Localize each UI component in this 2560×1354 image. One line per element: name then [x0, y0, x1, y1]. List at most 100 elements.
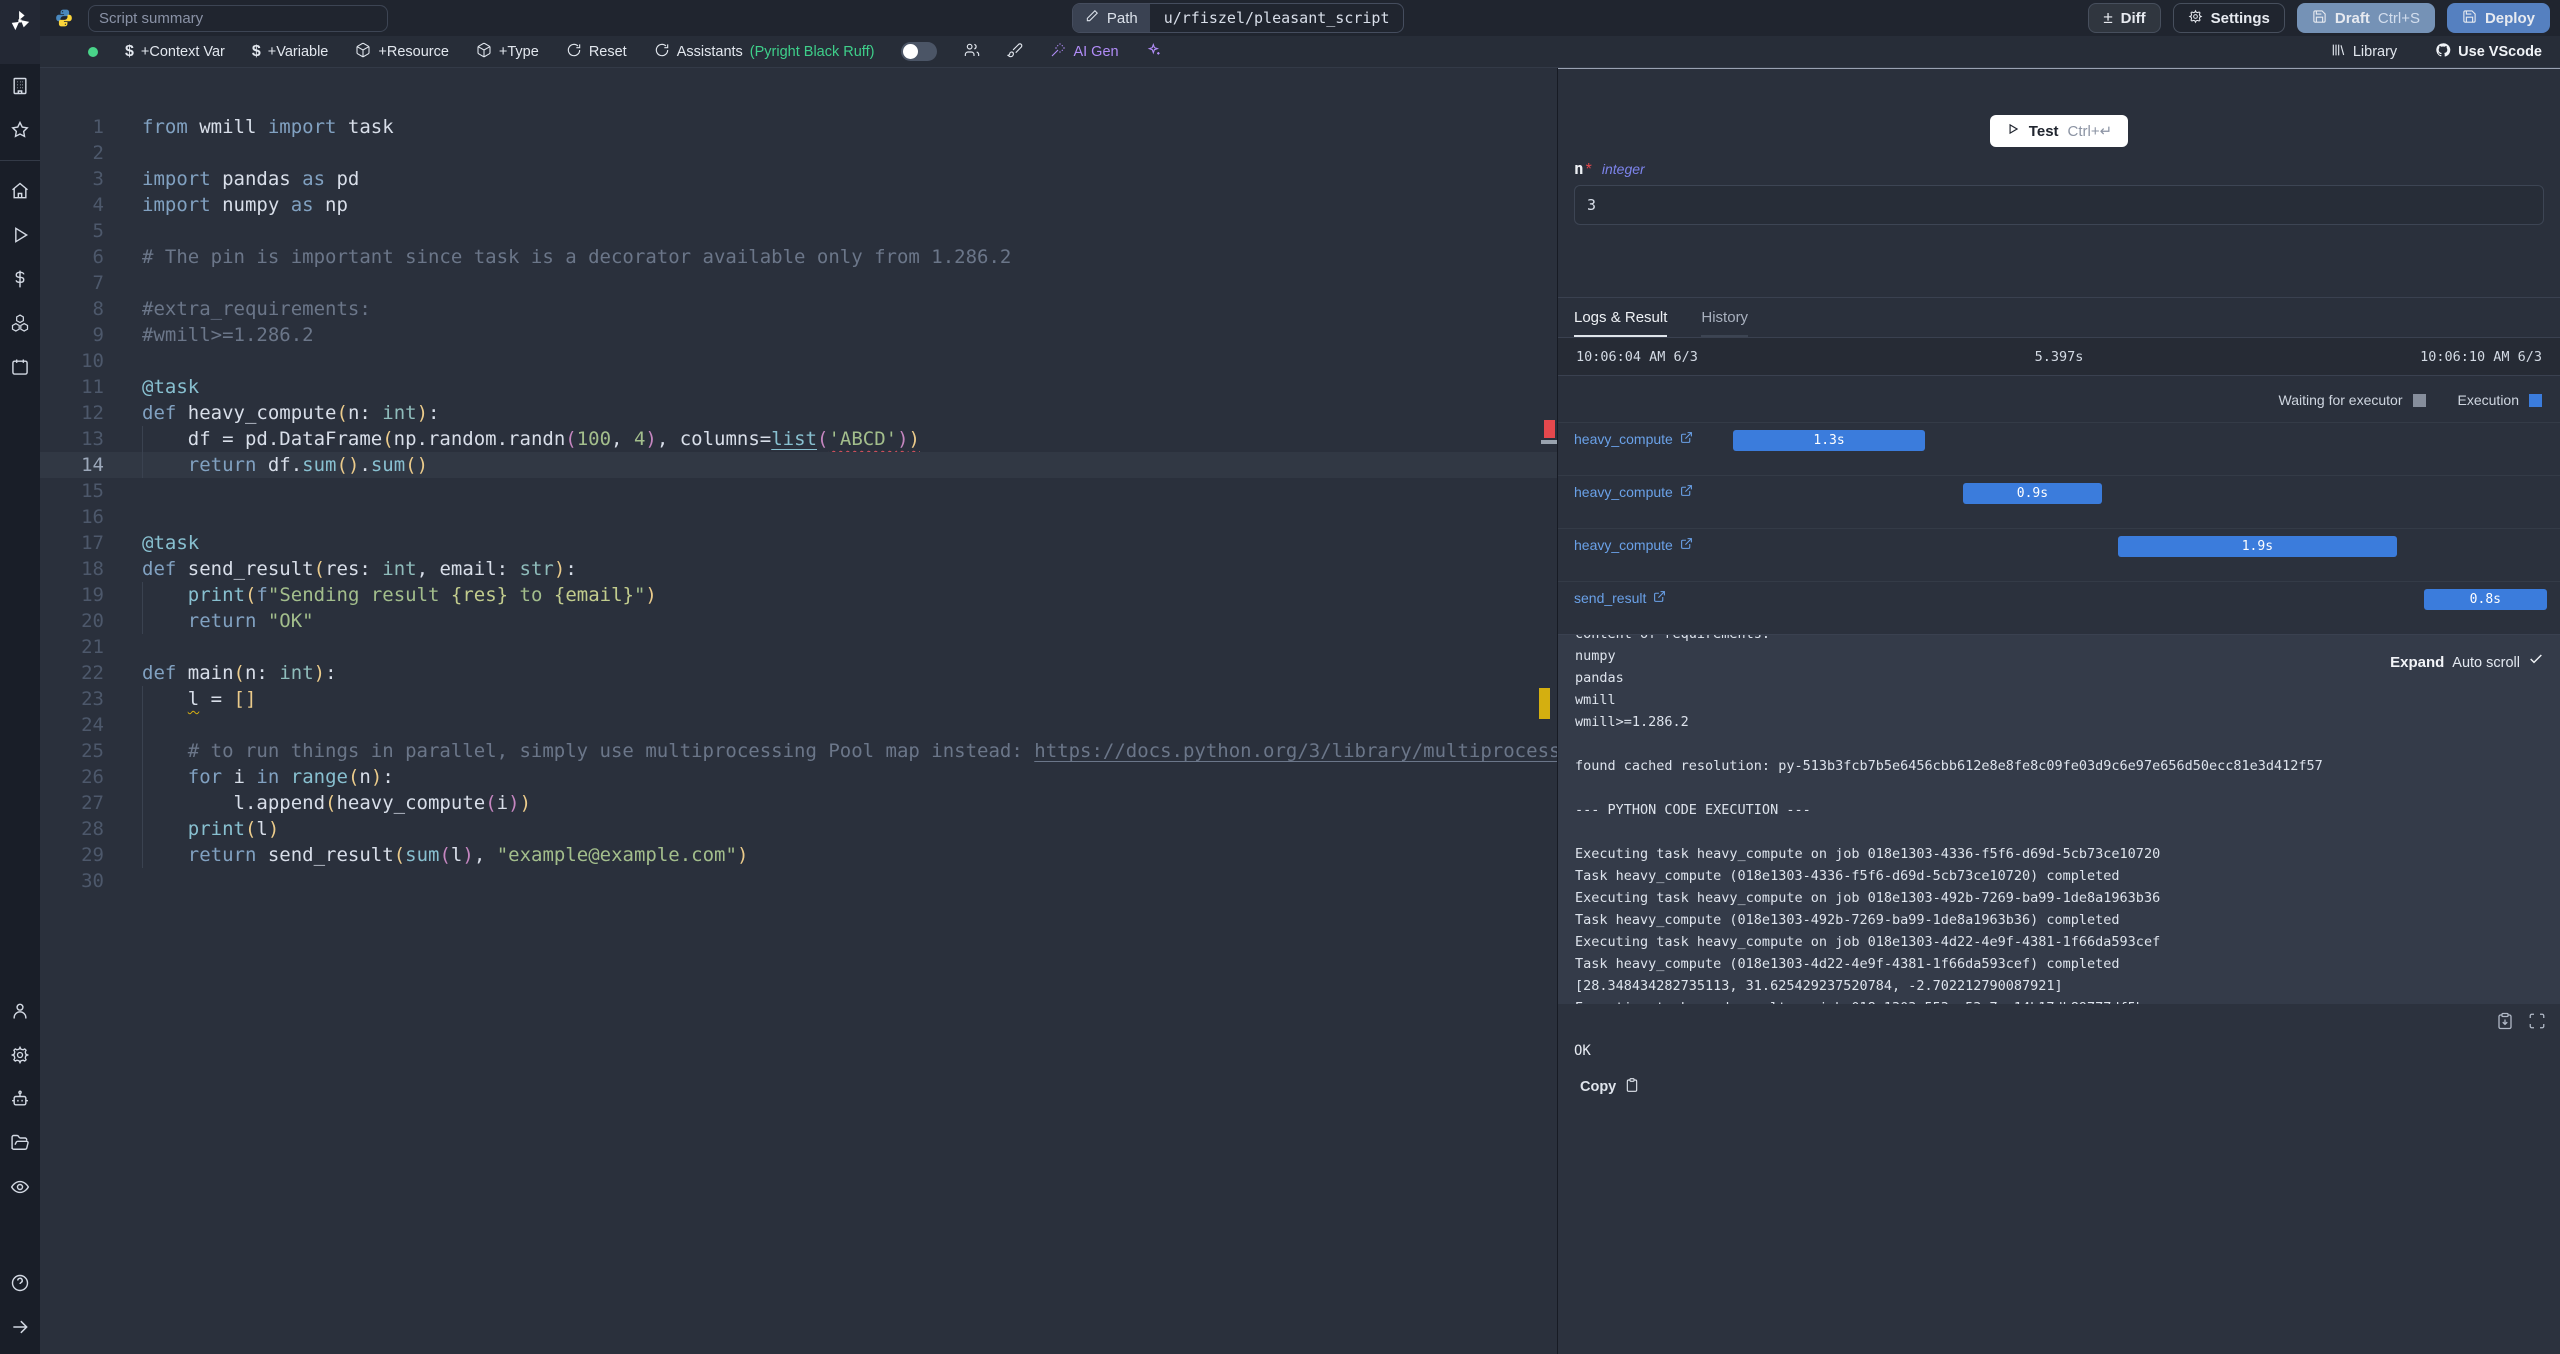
library-button[interactable]: Library [2330, 42, 2397, 62]
code-text: l.append(heavy_compute(i)) [142, 792, 532, 814]
code-line[interactable]: 14 return df.sum().sum() [40, 452, 1557, 478]
code-line[interactable]: 16 [40, 504, 1557, 530]
task-job-link[interactable]: heavy_compute [1574, 537, 1693, 553]
ai-gen-button[interactable]: AI Gen [1050, 42, 1119, 62]
execution-bar: 0.8s [2423, 589, 2547, 610]
overview-ruler-error-marker [1544, 420, 1555, 438]
script-summary-input[interactable] [88, 4, 388, 32]
copy-result-icon[interactable] [2496, 1012, 2514, 1035]
code-line[interactable]: 2 [40, 140, 1557, 166]
save-icon [2312, 9, 2327, 28]
tab-history[interactable]: History [1701, 309, 1749, 337]
code-text: import pandas as pd [142, 168, 360, 190]
code-line[interactable]: 13 df = pd.DataFrame(np.random.randn(100… [40, 426, 1557, 452]
diff-button[interactable]: ± Diff [2088, 3, 2161, 33]
copy-result-button[interactable]: Copy [1558, 1059, 2560, 1097]
status-dot [88, 46, 98, 57]
code-editor[interactable]: 1 from wmill import task 2 3 import pandas a… [40, 68, 1558, 1354]
code-line[interactable]: 15 [40, 478, 1557, 504]
code-line[interactable]: 7 [40, 270, 1557, 296]
library-icon [2330, 42, 2346, 62]
test-button[interactable]: Test Ctrl+↵ [1989, 115, 2129, 147]
workers-robot-icon[interactable] [9, 1088, 31, 1110]
code-line[interactable]: 5 [40, 218, 1557, 244]
help-icon[interactable] [9, 1272, 31, 1294]
code-line[interactable]: 21 [40, 634, 1557, 660]
indent-guide [142, 738, 143, 764]
audit-eye-icon[interactable] [9, 1176, 31, 1198]
user-icon[interactable] [9, 1000, 31, 1022]
variables-dollar-icon[interactable] [9, 268, 31, 290]
add-type-button[interactable]: +Type [476, 42, 539, 62]
add-context-var-button[interactable]: $ +Context Var [125, 43, 225, 61]
code-line[interactable]: 26 for i in range(n): [40, 764, 1557, 790]
code-line[interactable]: 10 [40, 348, 1557, 374]
assistants-button[interactable]: Assistants (Pyright Black Ruff) [654, 42, 874, 62]
log-lines: content of requirements: numpy pandas wmill… [1575, 635, 2560, 1004]
format-brush-button[interactable] [1007, 42, 1023, 62]
code-line[interactable]: 1 from wmill import task [40, 114, 1557, 140]
diff-mode-toggle[interactable] [901, 42, 938, 61]
code-line[interactable]: 22 def main(n: int): [40, 660, 1557, 686]
line-number: 1 [92, 116, 104, 138]
logs-viewer[interactable]: content of requirements: numpy pandas wmill… [1558, 634, 2560, 1004]
code-line[interactable]: 12 def heavy_compute(n: int): [40, 400, 1557, 426]
code-line[interactable]: 11 @task [40, 374, 1557, 400]
sparkles-icon-button[interactable] [1146, 42, 1162, 62]
indent-guide [142, 582, 143, 608]
code-line[interactable]: 24 [40, 712, 1557, 738]
windmill-logo[interactable] [0, 0, 40, 64]
log-line: Executing task heavy_compute on job 018e… [1575, 890, 2161, 906]
fullscreen-icon[interactable] [2528, 1012, 2546, 1035]
line-number: 12 [81, 402, 104, 424]
code-line[interactable]: 8 #extra_requirements: [40, 296, 1557, 322]
edit-path-button[interactable]: Path [1072, 4, 1150, 32]
tab-logs-result[interactable]: Logs & Result [1574, 309, 1668, 337]
task-job-link[interactable]: heavy_compute [1574, 431, 1693, 447]
code-line[interactable]: 6 # The pin is important since task is a … [40, 244, 1557, 270]
collapse-arrow-icon[interactable] [9, 1316, 31, 1338]
add-resource-button[interactable]: +Resource [355, 42, 449, 62]
line-number: 11 [81, 376, 104, 398]
code-line[interactable]: 17 @task [40, 530, 1557, 556]
arg-n-input[interactable] [1574, 185, 2544, 225]
code-text: l = [] [187, 688, 257, 710]
draft-shortcut: Ctrl+S [2377, 9, 2420, 27]
add-variable-button[interactable]: $ +Variable [252, 43, 329, 61]
code-line[interactable]: 4 import numpy as np [40, 192, 1557, 218]
code-line[interactable]: 27 l.append(heavy_compute(i)) [40, 790, 1557, 816]
code-line[interactable]: 28 print(l) [40, 816, 1557, 842]
deploy-button[interactable]: Deploy [2446, 3, 2550, 33]
code-line[interactable]: 19 print(f"Sending result {res} to {emai… [40, 582, 1557, 608]
autoscroll-toggle[interactable]: Auto scroll [2452, 652, 2520, 674]
task-job-link[interactable]: send_result [1574, 590, 1666, 606]
code-line[interactable]: 29 return send_result(sum(l), "example@e… [40, 842, 1557, 868]
code-line[interactable]: 3 import pandas as pd [40, 166, 1557, 192]
multiplayer-button[interactable] [964, 42, 980, 62]
reset-button[interactable]: Reset [566, 42, 627, 62]
schedules-calendar-icon[interactable] [9, 356, 31, 378]
code-line[interactable]: 30 [40, 868, 1557, 894]
use-vscode-button[interactable]: Use VScode [2435, 42, 2542, 62]
runs-play-icon[interactable] [9, 224, 31, 246]
resources-boxes-icon[interactable] [9, 312, 31, 334]
code-line[interactable]: 20 return "OK" [40, 608, 1557, 634]
settings-gear-icon[interactable] [9, 1044, 31, 1066]
external-link-icon [1653, 590, 1666, 606]
favorites-star-icon[interactable] [9, 119, 31, 141]
task-job-link[interactable]: heavy_compute [1574, 484, 1693, 500]
legend-execution-label: Execution [2457, 392, 2519, 408]
run-start-time: 10:06:04 AM 6/3 [1576, 348, 1698, 365]
draft-button[interactable]: Draft Ctrl+S [2296, 3, 2435, 33]
external-link-icon [1680, 484, 1693, 500]
workspace-icon[interactable] [9, 75, 31, 97]
settings-button[interactable]: Settings [2172, 3, 2285, 33]
code-line[interactable]: 23 l = [] [40, 686, 1557, 712]
code-line[interactable]: 18 def send_result(res: int, email: str): [40, 556, 1557, 582]
home-icon[interactable] [9, 180, 31, 202]
code-line[interactable]: 9 #wmill>=1.286.2 [40, 322, 1557, 348]
code-line[interactable]: 25 # to run things in parallel, simply u… [40, 738, 1557, 764]
expand-logs-button[interactable]: Expand [2390, 652, 2444, 674]
folders-icon[interactable] [9, 1132, 31, 1154]
